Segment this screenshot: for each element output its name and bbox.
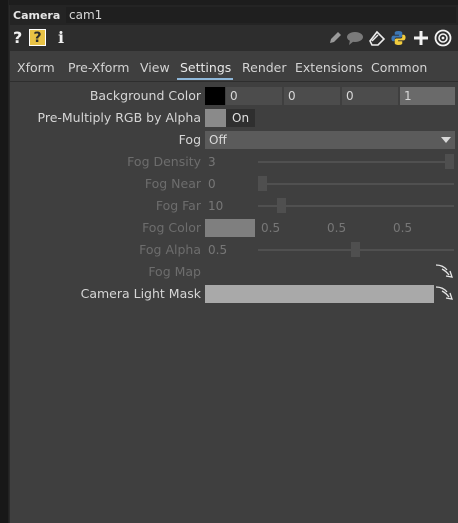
- tab-settings[interactable]: Settings: [180, 60, 231, 75]
- fogalpha-value[interactable]: 0.5: [208, 241, 227, 259]
- help-icon[interactable]: ?: [13, 28, 22, 47]
- fogdensity-slider-track[interactable]: [258, 161, 454, 163]
- info-icon[interactable]: i: [58, 28, 64, 47]
- fogfar-value[interactable]: 10: [208, 197, 223, 215]
- tab-divider: [10, 81, 458, 82]
- bgcolor-b-field[interactable]: 0: [342, 87, 398, 105]
- fogdensity-value[interactable]: 3: [208, 153, 216, 171]
- param-label-fogdensity: Fog Density: [127, 154, 201, 169]
- bgcolor-swatch[interactable]: [205, 87, 225, 105]
- lightmask-link-icon[interactable]: [435, 285, 455, 301]
- plus-icon[interactable]: [413, 30, 429, 46]
- param-label-fogalpha: Fog Alpha: [139, 242, 201, 257]
- clone-icon[interactable]: [368, 30, 386, 46]
- operator-type-label: Camera: [13, 9, 61, 22]
- fogdensity-slider-handle[interactable]: [445, 154, 454, 169]
- operator-name-field[interactable]: cam1: [66, 7, 456, 23]
- tab-bar: Xform Pre-Xform View Settings Render Ext…: [10, 60, 458, 80]
- active-tab-indicator: [177, 78, 233, 80]
- tab-xform[interactable]: Xform: [17, 60, 55, 75]
- param-label-fognear: Fog Near: [144, 176, 201, 191]
- operator-help-icon[interactable]: ?: [29, 29, 46, 46]
- tab-view[interactable]: View: [140, 60, 170, 75]
- fognear-slider-handle[interactable]: [258, 176, 267, 191]
- fog-dropdown-value: Off: [209, 133, 227, 147]
- bgcolor-r-field[interactable]: 0: [226, 87, 282, 105]
- fogmap-link-icon[interactable]: [435, 263, 455, 279]
- param-label-bgcolor: Background Color: [89, 88, 201, 103]
- toolbar: ? ? i: [10, 25, 458, 51]
- bgcolor-a-field[interactable]: 1: [400, 87, 455, 105]
- fogcolor-swatch[interactable]: [205, 219, 255, 237]
- target-icon[interactable]: [434, 29, 452, 47]
- premult-toggle-state: On: [226, 109, 255, 127]
- fogcolor-b-value[interactable]: 0.5: [327, 219, 346, 237]
- python-icon[interactable]: [390, 30, 407, 46]
- tab-render[interactable]: Render: [242, 60, 287, 75]
- tab-pre-xform[interactable]: Pre-Xform: [68, 60, 129, 75]
- param-label-fog: Fog: [178, 132, 201, 147]
- param-label-premult: Pre-Multiply RGB by Alpha: [37, 110, 201, 125]
- tab-common[interactable]: Common: [371, 60, 427, 75]
- title-bar: Camera cam1: [10, 5, 458, 25]
- premult-toggle[interactable]: On: [205, 109, 255, 127]
- bgcolor-g-field[interactable]: 0: [284, 87, 340, 105]
- fogfar-slider-track[interactable]: [258, 205, 454, 207]
- fog-dropdown[interactable]: Off: [205, 131, 455, 149]
- param-label-fogcolor: Fog Color: [142, 220, 201, 235]
- parameter-panel: Camera cam1 ? ? i Xform Pre-Xform View S…: [9, 5, 458, 523]
- param-label-fogmap: Fog Map: [148, 264, 201, 279]
- fogfar-slider-handle[interactable]: [277, 198, 286, 213]
- fognear-slider-track[interactable]: [258, 183, 454, 185]
- chevron-down-icon: [441, 137, 451, 143]
- fogcolor-a-value[interactable]: 0.5: [393, 219, 412, 237]
- comment-icon[interactable]: [346, 30, 364, 46]
- tab-extensions[interactable]: Extensions: [295, 60, 363, 75]
- background-gutter: [0, 0, 9, 523]
- pencil-icon[interactable]: [327, 30, 343, 46]
- lightmask-field[interactable]: [205, 285, 434, 303]
- param-label-lightmask: Camera Light Mask: [80, 286, 201, 301]
- fogcolor-g-value[interactable]: 0.5: [261, 219, 280, 237]
- param-label-fogfar: Fog Far: [155, 198, 201, 213]
- fogalpha-slider-handle[interactable]: [351, 242, 360, 257]
- fognear-value[interactable]: 0: [208, 175, 216, 193]
